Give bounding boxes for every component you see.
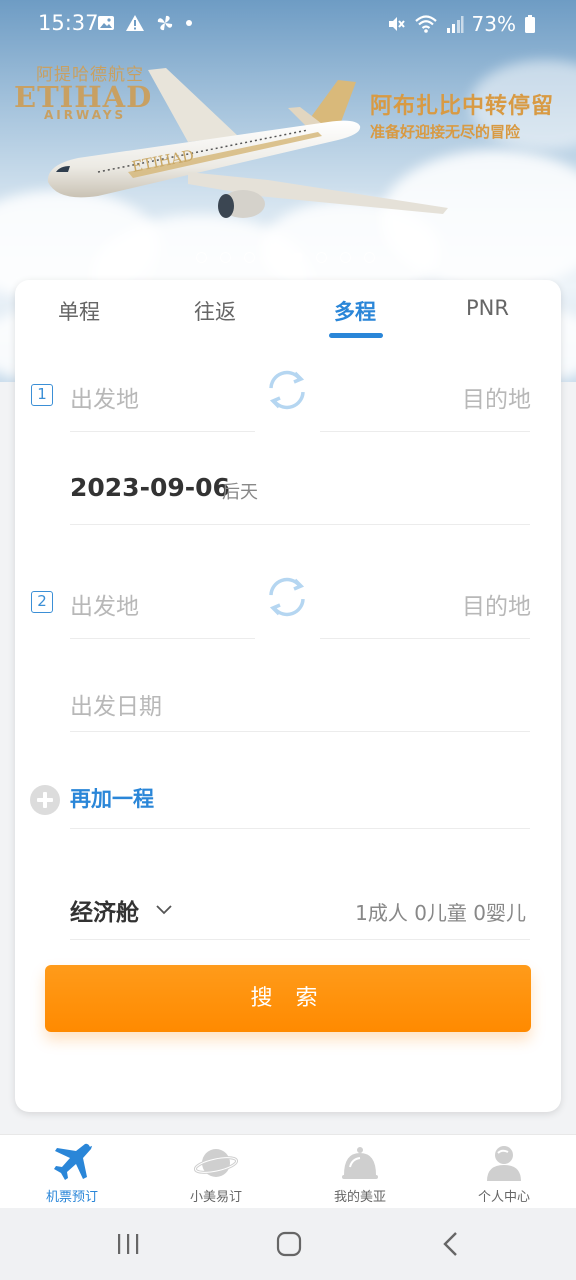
gallery-icon [98, 16, 114, 30]
person-icon [487, 1146, 521, 1181]
nav-label: 我的美亚 [333, 1190, 386, 1205]
alert-icon [126, 15, 144, 31]
airplane-image: ETIHAD [47, 68, 448, 218]
segment-1-destination[interactable]: 目的地 [462, 380, 531, 414]
cabin-class-select[interactable]: 经济舱 [70, 893, 139, 927]
passenger-select[interactable]: 1成人 0儿童 0婴儿 [355, 897, 526, 926]
battery-icon [525, 15, 535, 33]
trip-type-tabs: 单程 往返 多程 PNR [15, 280, 561, 340]
wifi-icon [414, 15, 437, 33]
swap-icon[interactable] [261, 364, 313, 416]
fan-icon [157, 15, 173, 31]
system-navigation-bar [0, 1208, 576, 1280]
bell-dome-icon [342, 1147, 378, 1179]
tab-round-trip[interactable]: 往返 [194, 296, 236, 326]
tab-pnr[interactable]: PNR [466, 296, 509, 320]
add-segment-button[interactable]: 再加一程 [70, 783, 154, 813]
planet-icon [194, 1149, 238, 1177]
segment-1-date[interactable]: 2023-09-06 [70, 473, 230, 502]
segment-1-origin[interactable]: 出发地 [70, 380, 139, 414]
plane-icon [54, 1143, 92, 1180]
divider [320, 638, 530, 639]
promo-subtitle: 准备好迎接无尽的冒险 [370, 123, 521, 141]
active-tab-indicator [329, 333, 383, 338]
segment-number: 2 [31, 591, 53, 613]
mute-icon [388, 17, 405, 31]
carousel-dot[interactable] [244, 252, 255, 263]
carousel-indicator [196, 252, 375, 263]
home-icon[interactable] [275, 1230, 303, 1258]
carousel-dot[interactable] [268, 252, 279, 263]
swap-icon[interactable] [261, 571, 313, 623]
chevron-down-icon[interactable] [155, 900, 173, 918]
search-button[interactable]: 搜 索 [45, 965, 531, 1032]
carousel-dot[interactable] [364, 252, 375, 263]
segment-1-date-tag: 后天 [222, 482, 258, 503]
status-time: 15:37 [38, 11, 99, 35]
carousel-dot[interactable] [196, 252, 207, 263]
tab-multi-city[interactable]: 多程 [334, 296, 376, 326]
add-segment-icon[interactable] [30, 785, 60, 815]
nav-my-meiya[interactable]: 我的美亚 [288, 1135, 432, 1209]
segment-2-origin[interactable]: 出发地 [70, 587, 139, 621]
segment-2-date[interactable]: 出发日期 [70, 687, 162, 721]
bottom-navigation: 机票预订 小美易订 我的美亚 个人中心 [0, 1134, 576, 1208]
divider [70, 828, 530, 829]
segment-number: 1 [31, 384, 53, 406]
nav-flight-booking[interactable]: 机票预订 [0, 1135, 144, 1209]
carousel-dot[interactable] [220, 252, 231, 263]
nav-personal-center[interactable]: 个人中心 [432, 1135, 576, 1209]
nav-xiaomei[interactable]: 小美易订 [144, 1135, 288, 1209]
promo-title: 阿布扎比中转停留 [370, 94, 555, 119]
nav-label: 小美易订 [189, 1190, 242, 1205]
divider [70, 524, 530, 525]
divider [70, 939, 530, 940]
divider [70, 638, 255, 639]
divider [320, 431, 530, 432]
recents-icon[interactable] [115, 1231, 141, 1257]
booking-card: 单程 往返 多程 PNR 1 出发地 目的地 2023-09-06 后天 2 出… [15, 280, 561, 1112]
back-icon[interactable] [438, 1230, 464, 1258]
tab-one-way[interactable]: 单程 [58, 296, 100, 326]
signal-icon [446, 16, 464, 33]
status-bar: 15:37 73% [0, 0, 576, 48]
nav-label: 个人中心 [477, 1190, 530, 1205]
carousel-dot-active[interactable] [292, 252, 303, 263]
carousel-dot[interactable] [340, 252, 351, 263]
dot-icon [186, 20, 192, 26]
nav-label: 机票预订 [45, 1190, 98, 1205]
segment-2-destination[interactable]: 目的地 [462, 587, 531, 621]
divider [70, 731, 530, 732]
divider [70, 431, 255, 432]
battery-text: 73% [471, 12, 516, 36]
carousel-dot[interactable] [316, 252, 327, 263]
